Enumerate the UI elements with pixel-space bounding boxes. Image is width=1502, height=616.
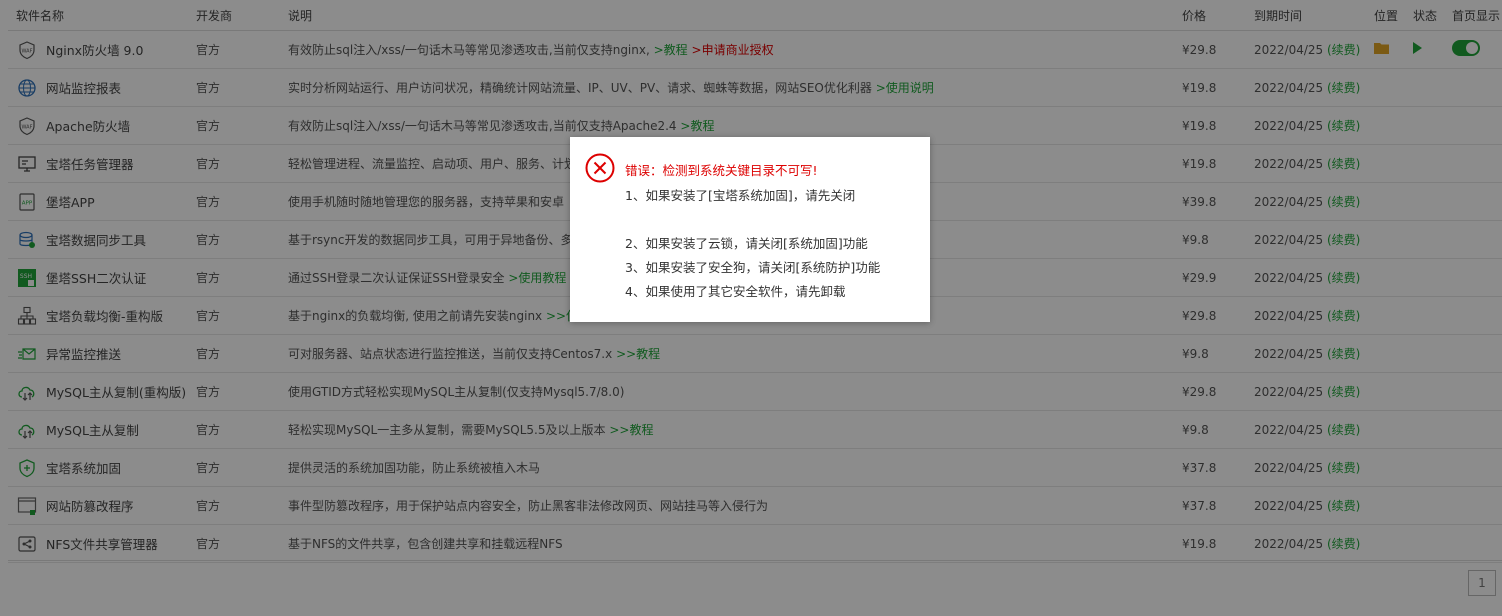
- error-line-3: 3、如果安装了安全狗，请关闭[系统防护]功能: [625, 260, 881, 275]
- error-line-1: 1、如果安装了[宝塔系统加固]，请先关闭: [625, 188, 856, 203]
- error-dialog: 错误：检测到系统关键目录不可写! 1、如果安装了[宝塔系统加固]，请先关闭 2、…: [570, 137, 930, 322]
- error-line-4: 4、如果使用了其它安全软件，请先卸载: [625, 284, 846, 299]
- error-circle-icon: [585, 153, 615, 183]
- error-title: 错误：检测到系统关键目录不可写!: [625, 163, 818, 178]
- error-line-2: 2、如果安装了云锁，请关闭[系统加固]功能: [625, 236, 868, 251]
